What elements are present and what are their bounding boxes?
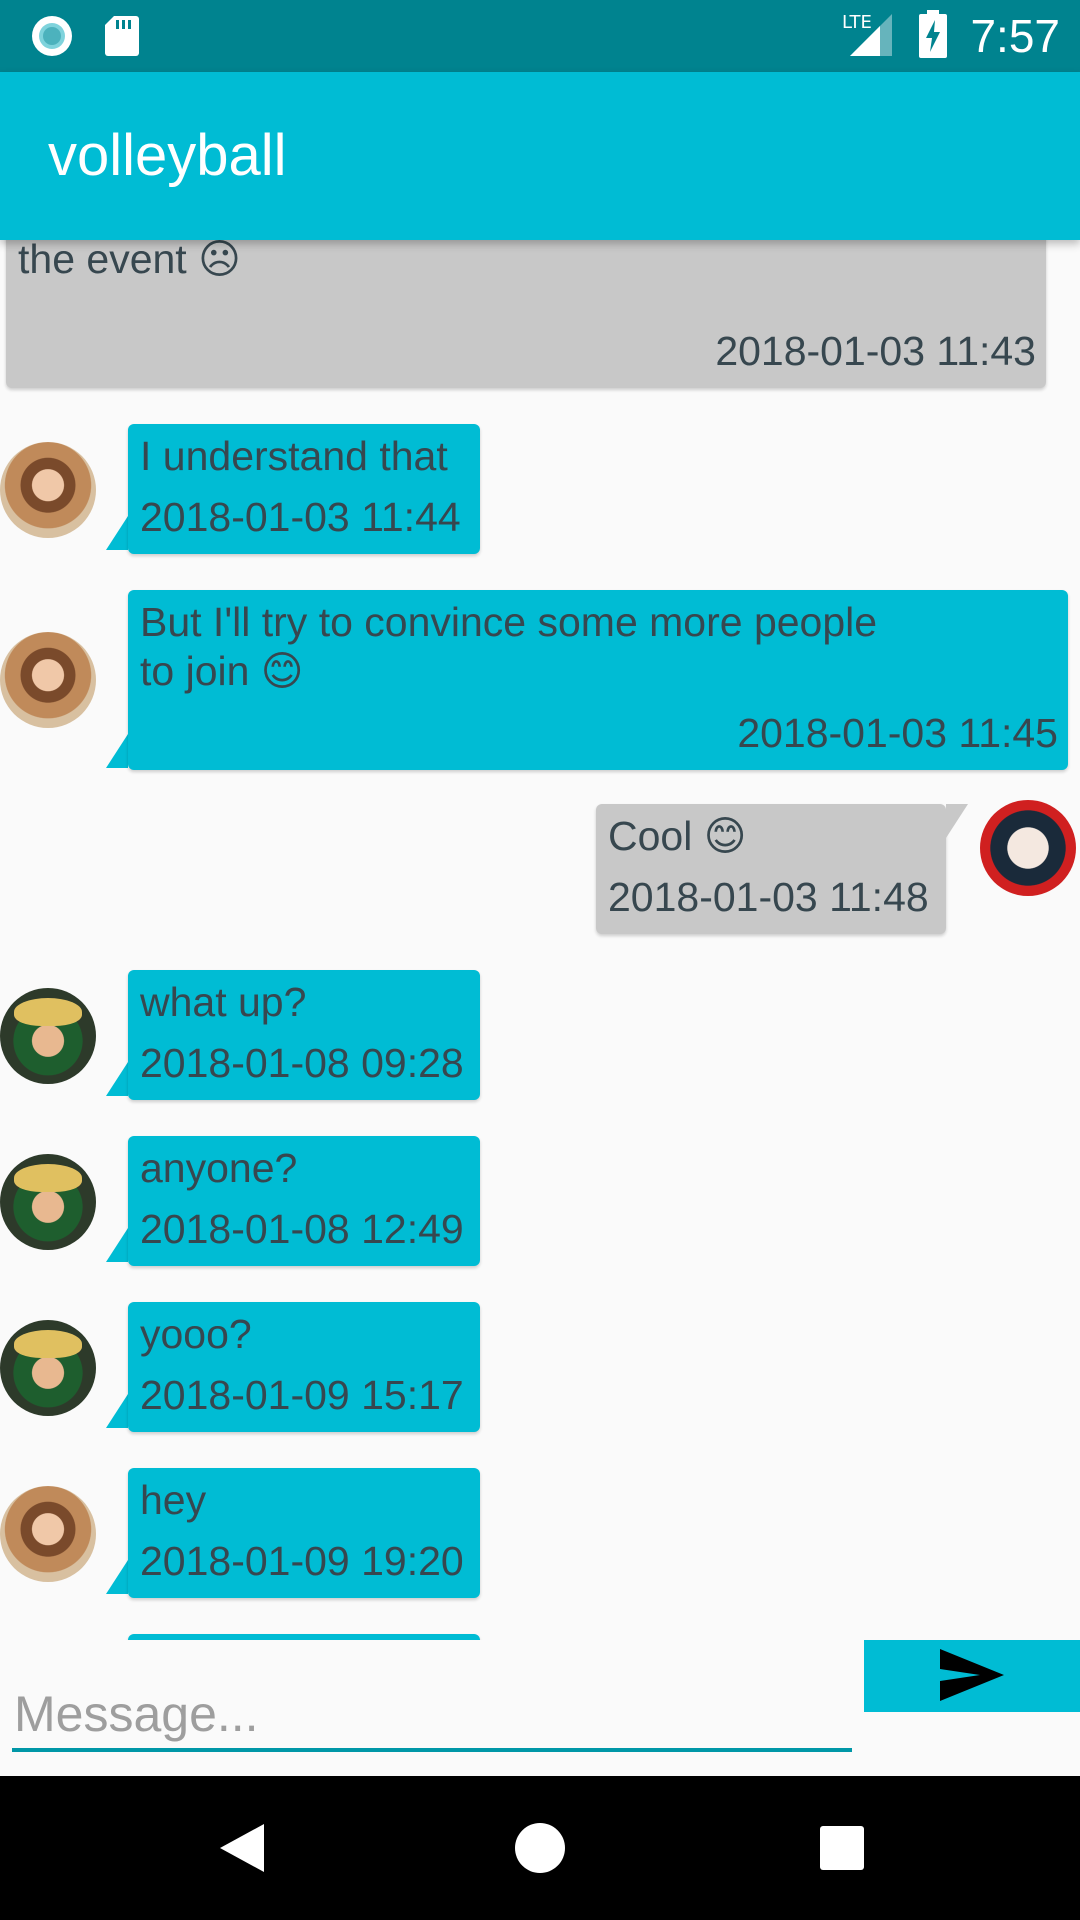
avatar[interactable] [0, 1154, 96, 1250]
avatar[interactable] [0, 442, 96, 538]
battery-charging-icon [918, 9, 948, 63]
bubble-tail [106, 1394, 128, 1428]
message-text: hey [140, 1477, 207, 1523]
message-timestamp: 2018-01-09 15:17 [140, 1372, 464, 1418]
message-item: But I'll try to convince some more peopl… [0, 586, 1080, 776]
message-timestamp: 2018-01-03 11:44 [140, 494, 461, 540]
message-list[interactable]: Hi, if we stay only 2 people, I'll have … [0, 240, 1080, 1640]
message-item: Hi, if we stay only 2 people, I'll have … [0, 240, 1080, 390]
message-item: anyone? 2018-01-08 12:49 [0, 1132, 1080, 1272]
avatar[interactable] [0, 632, 96, 728]
bubble-tail [106, 1228, 128, 1262]
bubble-tail [106, 734, 128, 768]
message-item: yooo? 2018-01-09 15:17 [0, 1298, 1080, 1438]
sd-card-icon [104, 14, 140, 63]
home-icon[interactable] [512, 1820, 568, 1876]
message-timestamp: 2018-01-09 19:20 [140, 1538, 464, 1584]
message-bubble-incoming[interactable]: anyone? 2018-01-08 12:49 [128, 1136, 480, 1266]
message-item: I understand that 2018-01-03 11:44 [0, 420, 1080, 560]
message-text: I understand that [140, 433, 448, 479]
bubble-tail [106, 1560, 128, 1594]
message-text: anyone? [140, 1145, 298, 1191]
message-text: Cool 😊 [608, 813, 747, 859]
bubble-tail [106, 516, 128, 550]
back-icon[interactable] [214, 1820, 270, 1876]
message-bubble-outgoing[interactable]: Cool 😊 2018-01-03 11:48 [596, 804, 946, 934]
composer [0, 1640, 1080, 1776]
avatar[interactable] [0, 988, 96, 1084]
message-timestamp: 2018-01-08 12:49 [140, 1206, 464, 1252]
message-item: what up? 2018-01-08 09:28 [0, 966, 1080, 1106]
avatar[interactable] [0, 1320, 96, 1416]
message-text: yooo? [140, 1311, 252, 1357]
status-bar: LTE 7:57 [0, 0, 1080, 72]
send-button[interactable] [864, 1640, 1080, 1712]
message-timestamp: 2018-01-03 11:48 [608, 874, 929, 920]
navigation-bar [0, 1776, 1080, 1920]
recents-icon[interactable] [814, 1820, 870, 1876]
send-icon [938, 1647, 1006, 1706]
message-text: what up? [140, 979, 307, 1025]
message-timestamp: 2018-01-03 11:43 [715, 328, 1036, 374]
message-bubble-incoming[interactable]: what up? 2018-01-08 09:28 [128, 970, 480, 1100]
message-item: Cool 😊 2018-01-03 11:48 [0, 800, 1080, 940]
avatar[interactable] [0, 1486, 96, 1582]
clock: 7:57 [970, 10, 1060, 62]
message-bubble-incoming[interactable]: hey 2018-01-09 19:20 [128, 1468, 480, 1598]
message-bubble-outgoing[interactable]: Hi, if we stay only 2 people, I'll have … [6, 240, 1046, 388]
avatar[interactable] [980, 800, 1076, 896]
lte-label: LTE [842, 12, 872, 33]
message-text: Hi, if we stay only 2 people, I'll have … [18, 240, 241, 282]
message-item: hey 2018-01-09 19:20 [0, 1464, 1080, 1604]
app-bar: volleyball [0, 72, 1080, 240]
page-title: volleyball [48, 123, 287, 188]
bubble-tail [106, 1062, 128, 1096]
message-text: But I'll try to convince some more peopl… [140, 599, 878, 694]
message-timestamp: 2018-01-03 11:45 [737, 710, 1058, 756]
bubble-tail [946, 804, 968, 838]
message-bubble-incoming[interactable]: But I'll try to convince some more peopl… [128, 590, 1068, 770]
message-bubble-incoming[interactable]: yooo? 2018-01-09 15:17 [128, 1302, 480, 1432]
message-input[interactable] [12, 1680, 852, 1752]
message-bubble-incoming[interactable]: I understand that 2018-01-03 11:44 [128, 424, 480, 554]
message-timestamp: 2018-01-08 09:28 [140, 1040, 464, 1086]
record-icon [30, 14, 74, 63]
lte-signal-icon: LTE [840, 10, 896, 63]
